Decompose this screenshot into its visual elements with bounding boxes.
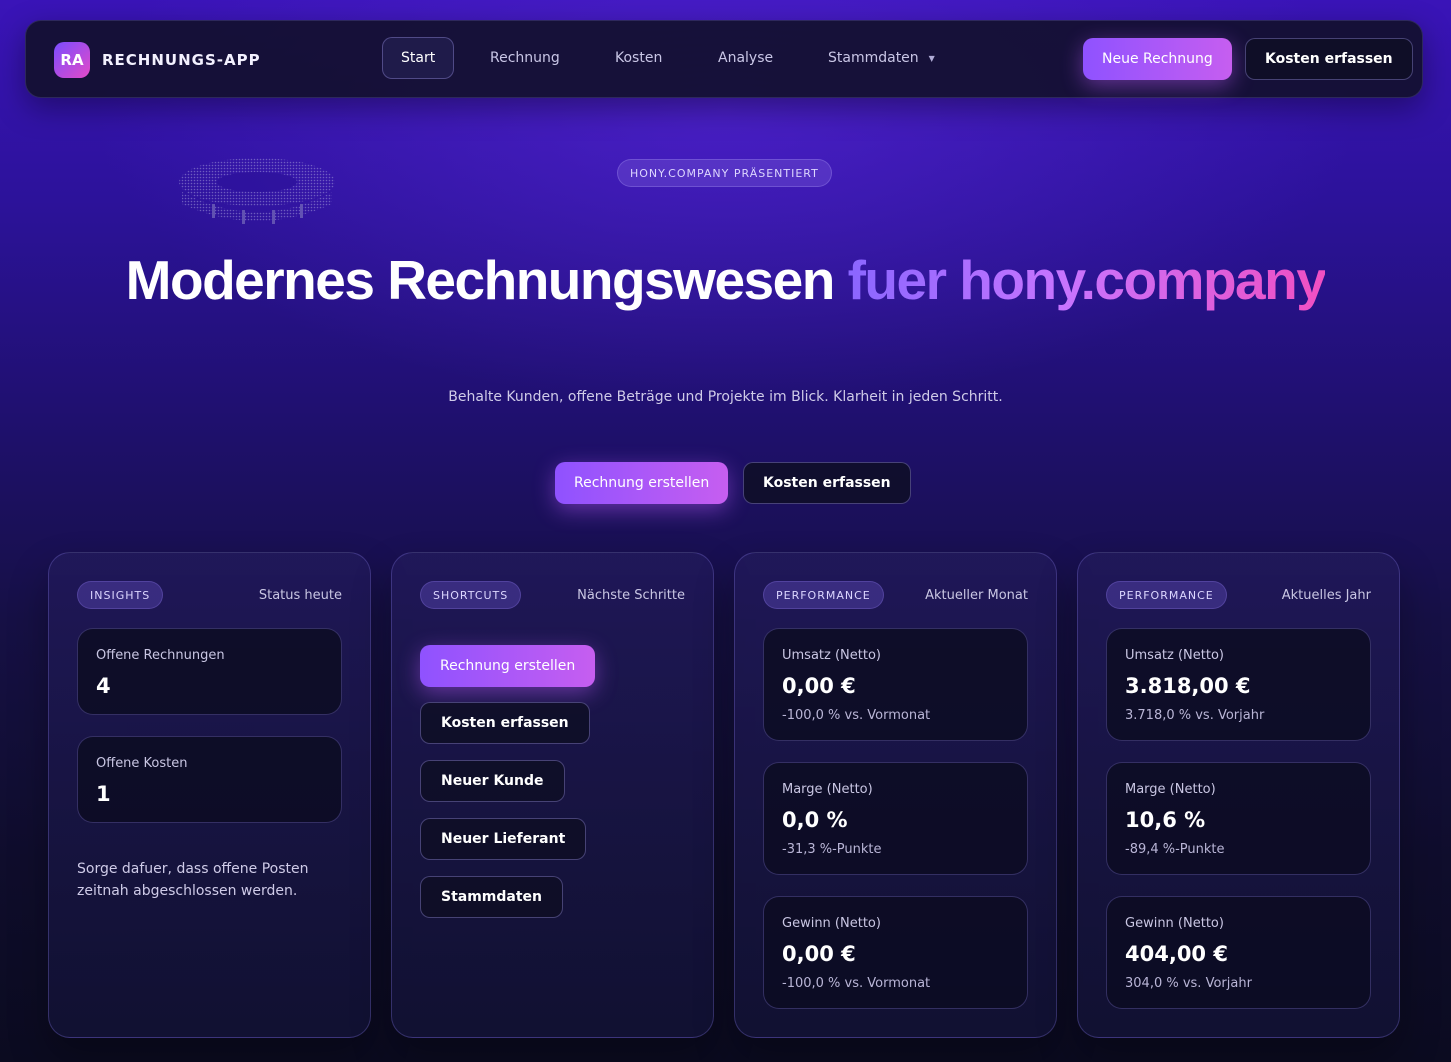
shortcuts-chip: SHORTCUTS xyxy=(420,581,522,609)
shortcut-label: Neuer Kunde xyxy=(441,773,544,789)
shortcut-label: Neuer Lieferant xyxy=(441,831,566,847)
shortcut-create-invoice-button[interactable]: Rechnung erstellen xyxy=(420,645,596,687)
performance-month-card: PERFORMANCE Aktueller Monat Umsatz (Nett… xyxy=(734,552,1057,1038)
nav-rechnung-label: Rechnung xyxy=(490,50,560,66)
nav-start-label: Start xyxy=(401,50,436,66)
stat-value: 404,00 € xyxy=(1125,942,1228,966)
stat-margin-month[interactable]: Marge (Netto) 0,0 % -31,3 %-Punkte xyxy=(763,762,1028,875)
stat-label: Offene Kosten xyxy=(96,756,188,771)
stat-value: 4 xyxy=(96,674,111,698)
nav-analyse[interactable]: Analyse xyxy=(700,37,791,79)
hero-title: Modernes Rechnungswesen fuer hony.compan… xyxy=(0,248,1451,312)
stat-profit-year[interactable]: Gewinn (Netto) 404,00 € 304,0 % vs. Vorj… xyxy=(1106,896,1371,1009)
stat-value: 10,6 % xyxy=(1125,808,1206,832)
stat-value: 0,0 % xyxy=(782,808,848,832)
nav-kosten[interactable]: Kosten xyxy=(597,37,680,79)
shortcut-label: Rechnung erstellen xyxy=(440,658,576,674)
stat-label: Gewinn (Netto) xyxy=(782,916,881,931)
hero-record-costs-label: Kosten erfassen xyxy=(763,475,891,491)
stat-value: 0,00 € xyxy=(782,674,856,698)
stat-value: 3.818,00 € xyxy=(1125,674,1251,698)
stat-value: 1 xyxy=(96,782,111,806)
stat-change: -100,0 % vs. Vormonat xyxy=(782,708,931,723)
stat-change: 304,0 % vs. Vorjahr xyxy=(1125,976,1252,991)
stat-revenue-year[interactable]: Umsatz (Netto) 3.818,00 € 3.718,0 % vs. … xyxy=(1106,628,1371,741)
brand[interactable]: RA RECHNUNGS-APP xyxy=(54,42,261,78)
caret-down-icon: ▼ xyxy=(928,53,935,63)
nav-stammdaten-label: Stammdaten xyxy=(828,50,919,66)
record-costs-button[interactable]: Kosten erfassen xyxy=(1245,38,1413,80)
insights-chip: INSIGHTS xyxy=(77,581,164,609)
performance-year-card: PERFORMANCE Aktuelles Jahr Umsatz (Netto… xyxy=(1077,552,1400,1038)
new-invoice-button[interactable]: Neue Rechnung xyxy=(1083,38,1232,80)
stat-open-invoices[interactable]: Offene Rechnungen 4 xyxy=(77,628,342,715)
brand-name: RECHNUNGS-APP xyxy=(102,51,261,69)
stat-label: Umsatz (Netto) xyxy=(782,648,881,663)
hero-badge: HONY.COMPANY PRÄSENTIERT xyxy=(617,159,832,187)
hero-create-invoice-label: Rechnung erstellen xyxy=(574,475,710,491)
shortcuts-card: SHORTCUTS Nächste Schritte Rechnung erst… xyxy=(391,552,714,1038)
hero-subtitle: Behalte Kunden, offene Beträge und Proje… xyxy=(448,389,1003,405)
stadium-illustration xyxy=(179,158,335,224)
brand-logo: RA xyxy=(54,42,90,78)
stat-label: Marge (Netto) xyxy=(782,782,873,797)
stat-change: -89,4 %-Punkte xyxy=(1125,842,1225,857)
performance-year-chip: PERFORMANCE xyxy=(1106,581,1227,609)
shortcut-master-data-button[interactable]: Stammdaten xyxy=(420,876,564,918)
shortcut-new-customer-button[interactable]: Neuer Kunde xyxy=(420,760,565,802)
shortcut-label: Stammdaten xyxy=(441,889,543,905)
shortcut-record-costs-button[interactable]: Kosten erfassen xyxy=(420,702,590,744)
stat-label: Offene Rechnungen xyxy=(96,648,225,663)
nav-analyse-label: Analyse xyxy=(718,50,774,66)
hero-create-invoice-button[interactable]: Rechnung erstellen xyxy=(555,462,729,504)
stat-label: Umsatz (Netto) xyxy=(1125,648,1224,663)
performance-year-meta: Aktuelles Jahr xyxy=(1281,588,1371,603)
stat-label: Marge (Netto) xyxy=(1125,782,1216,797)
stat-change: -100,0 % vs. Vormonat xyxy=(782,976,931,991)
stat-label: Gewinn (Netto) xyxy=(1125,916,1224,931)
hero-title-main: Modernes Rechnungswesen xyxy=(125,249,836,311)
stat-margin-year[interactable]: Marge (Netto) 10,6 % -89,4 %-Punkte xyxy=(1106,762,1371,875)
insights-meta: Status heute xyxy=(258,588,342,603)
shortcuts-meta: Nächste Schritte xyxy=(577,588,685,603)
hero-record-costs-button[interactable]: Kosten erfassen xyxy=(743,462,911,504)
stat-value: 0,00 € xyxy=(782,942,856,966)
nav-stammdaten-dropdown[interactable]: Stammdaten ▼ xyxy=(810,37,953,79)
shortcut-label: Kosten erfassen xyxy=(441,715,569,731)
nav-start[interactable]: Start xyxy=(382,37,455,79)
performance-month-chip: PERFORMANCE xyxy=(763,581,884,609)
stat-change: 3.718,0 % vs. Vorjahr xyxy=(1125,708,1265,723)
stat-revenue-month[interactable]: Umsatz (Netto) 0,00 € -100,0 % vs. Vormo… xyxy=(763,628,1028,741)
hero-title-accent: fuer hony.company xyxy=(847,249,1327,311)
insights-note: Sorge dafuer, dass offene Posten zeitnah… xyxy=(77,861,309,899)
shortcut-new-supplier-button[interactable]: Neuer Lieferant xyxy=(420,818,587,860)
performance-month-meta: Aktueller Monat xyxy=(925,588,1028,603)
stat-open-costs[interactable]: Offene Kosten 1 xyxy=(77,736,342,823)
top-navbar: RA RECHNUNGS-APP Start Rechnung Kosten A… xyxy=(25,20,1423,98)
record-costs-button-label: Kosten erfassen xyxy=(1265,51,1393,67)
insights-card: INSIGHTS Status heute Offene Rechnungen … xyxy=(48,552,371,1038)
new-invoice-button-label: Neue Rechnung xyxy=(1102,51,1213,67)
nav-kosten-label: Kosten xyxy=(615,50,663,66)
stat-change: -31,3 %-Punkte xyxy=(782,842,882,857)
stat-profit-month[interactable]: Gewinn (Netto) 0,00 € -100,0 % vs. Vormo… xyxy=(763,896,1028,1009)
nav-rechnung[interactable]: Rechnung xyxy=(472,37,578,79)
